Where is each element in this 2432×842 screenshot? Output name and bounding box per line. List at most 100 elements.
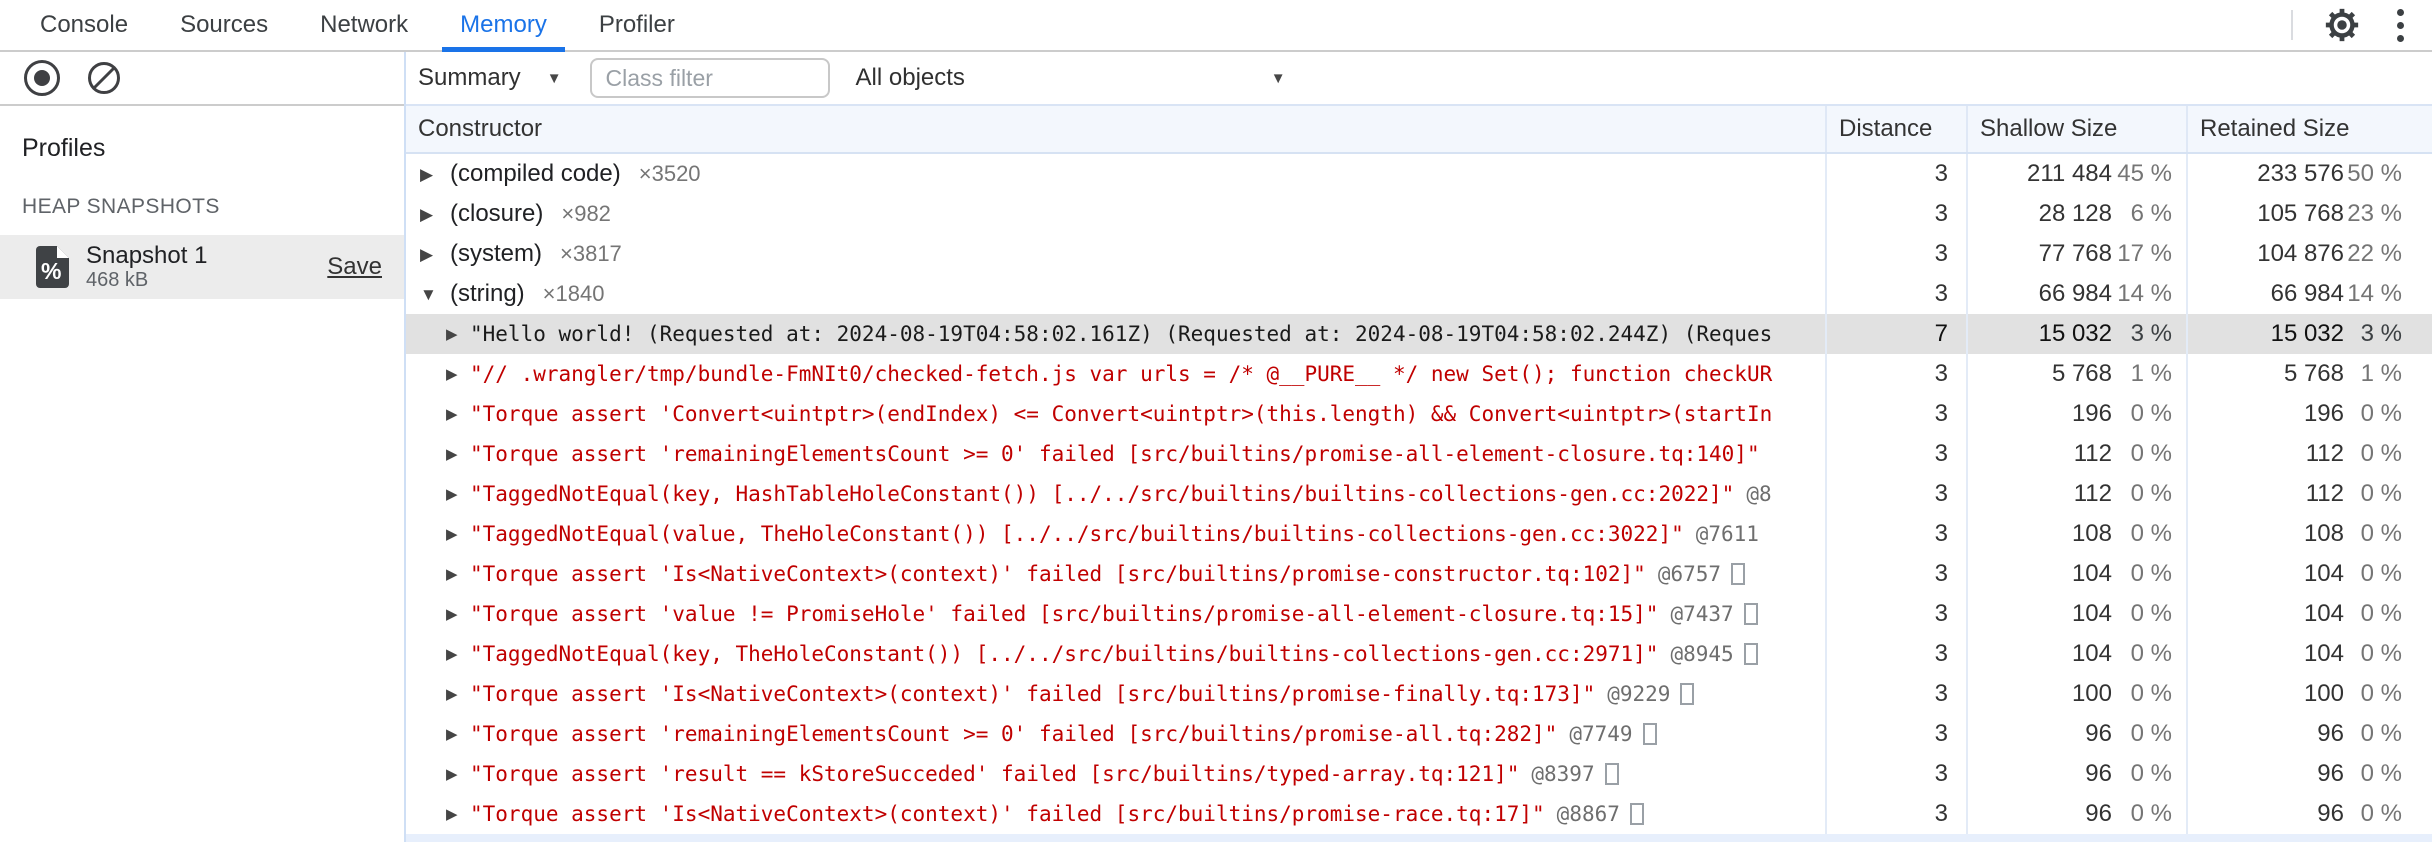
retained-size-cell: 196 0 % [2188, 394, 2432, 434]
constructor-cell: ▶ "Torque assert 'Convert<uintptr>(endInd… [406, 394, 1827, 434]
tab-console[interactable]: Console [14, 0, 154, 50]
string-instance-row[interactable]: ▶ "Torque assert 'Is<NativeContext>(conte… [406, 674, 2432, 714]
object-marker-icon[interactable] [1743, 643, 1758, 665]
string-instance-row[interactable]: ▶ "Torque assert 'value != PromiseHole' f… [406, 594, 2432, 634]
string-instance-row[interactable]: ▶ "Torque assert 'remainingElementsCount … [406, 714, 2432, 754]
retained-size-value: 15 032 [2270, 320, 2344, 347]
shallow-size-value: 66 984 [2038, 280, 2112, 307]
shallow-size-percent: 0 % [2130, 440, 2172, 467]
perspective-select[interactable]: Summary ▼ [418, 64, 562, 92]
object-marker-icon[interactable] [1604, 763, 1619, 785]
clear-profiles-icon[interactable] [86, 60, 122, 96]
column-header-constructor[interactable]: Constructor [406, 106, 1827, 152]
constructor-group-row[interactable]: ▶ (system) ×3817 3 77 768 17 % 104 876 22 % [406, 234, 2432, 274]
string-instance-row[interactable]: ▶ "TaggedNotEqual(key, TheHoleConstant())… [406, 634, 2432, 674]
expand-arrow-icon[interactable]: ▶ [446, 407, 470, 422]
expand-arrow-icon[interactable]: ▶ [446, 567, 470, 582]
shallow-size-value: 77 768 [2038, 240, 2112, 267]
constructor-group-row[interactable]: ▼ (string) ×1840 3 66 984 14 % 66 984 14 % [406, 274, 2432, 314]
string-instance-row[interactable]: ▶ "Hello world! (Requested at: 2024-08-19… [406, 314, 2432, 354]
shallow-size-percent: 0 % [2130, 560, 2172, 587]
save-snapshot-link[interactable]: Save [327, 253, 382, 281]
expand-arrow-icon[interactable]: ▶ [446, 527, 470, 542]
retained-size-value: 96 [2317, 800, 2344, 827]
tab-memory[interactable]: Memory [434, 0, 573, 52]
grid-header: Constructor Distance Shallow Size Retain… [406, 106, 2432, 154]
object-marker-icon[interactable] [1629, 803, 1644, 825]
string-instance-row[interactable]: ▶ "Torque assert 'Convert<uintptr>(endInd… [406, 394, 2432, 434]
string-value: "TaggedNotEqual(key, TheHoleConstant()) … [470, 642, 1659, 666]
expand-arrow-icon[interactable]: ▶ [446, 807, 470, 822]
shallow-size-cell: 112 0 % [1968, 474, 2188, 514]
shallow-size-cell: 28 128 6 % [1968, 194, 2188, 234]
retained-size-cell: 112 0 % [2188, 434, 2432, 474]
string-instance-row[interactable]: ▶ "Torque assert 'result == kStoreSuccede… [406, 754, 2432, 794]
constructor-cell: ▶ "Hello world! (Requested at: 2024-08-19… [406, 314, 1827, 354]
constructor-group-row[interactable]: ▶ (compiled code) ×3520 3 211 484 45 % 233 576… [406, 154, 2432, 194]
tab-profiler[interactable]: Profiler [573, 0, 701, 50]
shallow-size-value: 5 768 [2051, 360, 2112, 387]
class-filter-input[interactable] [589, 58, 830, 98]
expand-arrow-icon[interactable]: ▶ [446, 687, 470, 702]
string-instance-row[interactable]: ▶ "Torque assert 'Is<NativeContext>(conte… [406, 554, 2432, 594]
devtools-tab-bar: Console Sources Network Memory Profiler [0, 0, 2432, 52]
sidebar-title: Profiles [22, 134, 106, 162]
retained-size-percent: 23 % [2347, 200, 2402, 227]
instance-count: ×1840 [542, 281, 605, 306]
collapse-arrow-icon[interactable]: ▼ [420, 286, 446, 303]
retained-size-cell: 100 0 % [2188, 674, 2432, 714]
shallow-size-percent: 17 % [2117, 240, 2172, 267]
expand-arrow-icon[interactable]: ▶ [420, 206, 446, 223]
overflow-menu-icon[interactable] [2391, 5, 2410, 46]
retained-size-value: 104 [2303, 600, 2344, 627]
object-marker-icon[interactable] [1743, 603, 1758, 625]
constructor-group-row[interactable]: ▶ (closure) ×982 3 28 128 6 % 105 768 23 % [406, 194, 2432, 234]
string-instance-row[interactable]: ▶ "Torque assert 'remainingElementsCount … [406, 434, 2432, 474]
retained-size-value: 112 [2305, 440, 2344, 467]
retained-size-value: 66 984 [2270, 280, 2344, 307]
constructor-cell: ▶ "// .wrangler/tmp/bundle-FmNIt0/checked… [406, 354, 1827, 394]
object-filter-select[interactable]: All objects ▼ [856, 64, 1286, 92]
object-marker-icon[interactable] [1642, 723, 1657, 745]
tab-network[interactable]: Network [294, 0, 434, 50]
shallow-size-percent: 6 % [2130, 200, 2172, 227]
expand-arrow-icon[interactable]: ▶ [446, 487, 470, 502]
expand-arrow-icon[interactable]: ▶ [446, 367, 470, 382]
object-id: @6757 [1657, 562, 1722, 586]
expand-arrow-icon[interactable]: ▶ [420, 246, 446, 263]
string-instance-row[interactable]: ▶ "TaggedNotEqual(key, HashTableHoleConst… [406, 474, 2432, 514]
distance-cell: 3 [1827, 594, 1968, 634]
expand-arrow-icon[interactable]: ▶ [446, 767, 470, 782]
object-marker-icon[interactable] [1731, 563, 1746, 585]
record-heap-snapshot-icon[interactable] [24, 60, 60, 96]
shallow-size-value: 15 032 [2038, 320, 2112, 347]
column-header-retained-size[interactable]: Retained Size [2188, 106, 2432, 152]
shallow-size-percent: 0 % [2130, 720, 2172, 747]
expand-arrow-icon[interactable]: ▶ [420, 166, 446, 183]
constructor-name: (closure) [450, 200, 544, 227]
string-instance-row[interactable]: ▶ "Torque assert 'Is<NativeContext>(conte… [406, 794, 2432, 834]
expand-arrow-icon[interactable]: ▶ [446, 447, 470, 462]
expand-arrow-icon[interactable]: ▶ [446, 327, 470, 342]
constructor-cell: ▶ "Torque assert 'Is<NativeContext>(conte… [406, 794, 1827, 834]
string-instance-row[interactable]: ▶ "TaggedNotEqual(value, TheHoleConstant(… [406, 514, 2432, 554]
tab-sources[interactable]: Sources [154, 0, 294, 50]
expand-arrow-icon[interactable]: ▶ [446, 727, 470, 742]
object-marker-icon[interactable] [1680, 683, 1695, 705]
string-value: "Hello world! (Requested at: 2024-08-19T… [470, 322, 1773, 346]
shallow-size-cell: 77 768 17 % [1968, 234, 2188, 274]
settings-gear-icon[interactable] [2323, 6, 2361, 44]
expand-arrow-icon[interactable]: ▶ [446, 607, 470, 622]
column-header-distance[interactable]: Distance [1827, 106, 1968, 152]
distance-cell: 3 [1827, 474, 1968, 514]
column-header-shallow-size[interactable]: Shallow Size [1968, 106, 2188, 152]
object-id: @9229 [1607, 682, 1671, 706]
retained-size-value: 100 [2303, 680, 2344, 707]
memory-panel: Profiles HEAP SNAPSHOTS % Snapshot 1 468… [0, 52, 2432, 842]
retained-size-percent: 1 % [2360, 360, 2402, 387]
string-instance-row[interactable]: ▶ "// .wrangler/tmp/bundle-FmNIt0/checked… [406, 354, 2432, 394]
constructor-cell: ▶ "Torque assert 'value != PromiseHole' f… [406, 594, 1827, 634]
snapshot-list-item[interactable]: % Snapshot 1 468 kB Save [0, 235, 404, 299]
expand-arrow-icon[interactable]: ▶ [446, 647, 470, 662]
snapshot-filter-bar: Summary ▼ All objects ▼ [406, 52, 2432, 106]
